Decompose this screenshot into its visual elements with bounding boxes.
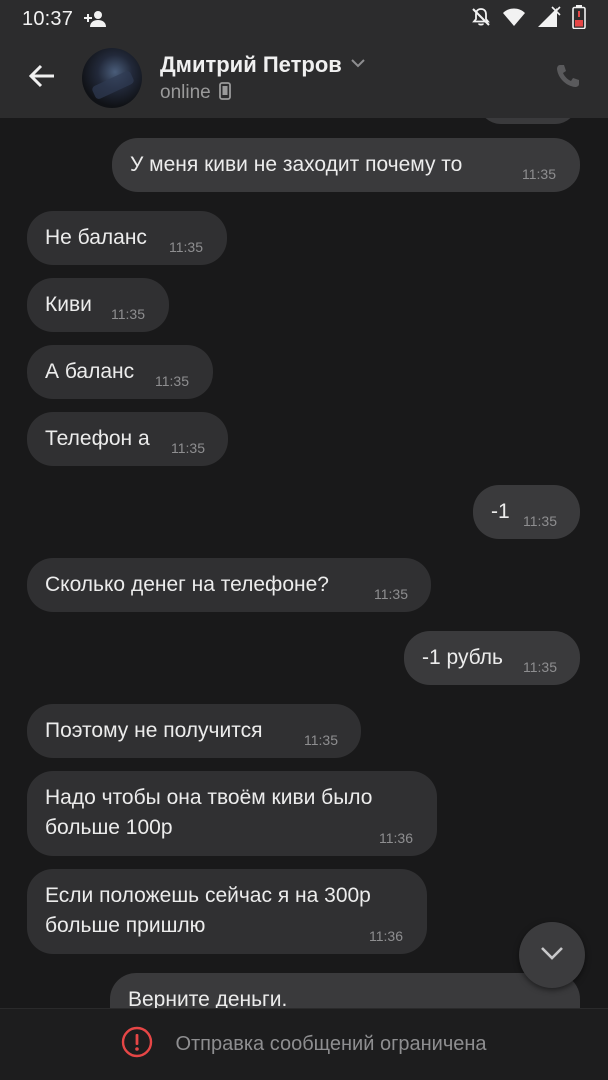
avatar[interactable]: [82, 48, 142, 108]
chat-header: Дмитрий Петров online: [0, 38, 608, 118]
chevron-down-icon: [350, 56, 366, 74]
status-bar: 10:37: [0, 0, 608, 38]
message-time: 11:35: [522, 166, 556, 182]
call-button[interactable]: [548, 58, 588, 98]
message-text: Телефон а: [45, 427, 150, 450]
battery-low-icon: [572, 4, 586, 34]
message-bubble[interactable]: Надо чтобы она твоём киви было больше 10…: [27, 771, 437, 856]
message-time: 11:35: [171, 440, 205, 456]
message-text: -1: [491, 500, 510, 523]
message-time: 11:36: [369, 928, 403, 944]
scroll-down-button[interactable]: [519, 922, 585, 988]
message-text: У меня киви не заходит почему то: [130, 153, 463, 176]
message-text: Сколько денег на телефоне?: [45, 573, 329, 596]
wifi-icon: [502, 7, 526, 32]
message-time: 11:35: [374, 586, 408, 602]
add-user-icon: [83, 10, 107, 28]
signal-icon: [536, 5, 562, 33]
message-time: 11:36: [379, 830, 413, 846]
message-time: 11:35: [169, 239, 203, 255]
message-bubble[interactable]: Сколько денег на телефоне? 11:35: [27, 558, 431, 612]
mute-icon: [470, 6, 492, 33]
message-list[interactable]: У меня киви не заходит почему то 11:35 Н…: [0, 118, 608, 1008]
alert-circle-icon: [121, 1026, 153, 1063]
contact-name: Дмитрий Петров: [160, 51, 342, 77]
chat-screen: 10:37 Дмитрий Петров online У меня киви …: [0, 0, 608, 1080]
phone-icon: [554, 62, 582, 95]
arrow-left-icon: [28, 62, 56, 95]
message-bubble-partial: [478, 118, 578, 124]
message-text: А баланс: [45, 360, 135, 383]
chevron-down-icon: [539, 945, 565, 966]
message-bubble[interactable]: Если положешь сейчас я на 300р больше пр…: [27, 869, 427, 954]
message-text: -1 рубль: [422, 646, 503, 669]
message-bubble[interactable]: Не баланс 11:35: [27, 211, 227, 265]
message-time: 11:35: [523, 513, 557, 529]
message-text: Поэтому не получится: [45, 719, 263, 742]
messaging-restricted-bar: Отправка сообщений ограничена: [0, 1008, 608, 1080]
message-time: 11:35: [304, 732, 338, 748]
message-time: 11:35: [523, 659, 557, 675]
contact-status: online: [160, 82, 211, 103]
message-time: 11:35: [111, 306, 145, 322]
message-bubble[interactable]: -1 11:35: [473, 485, 580, 539]
message-bubble[interactable]: -1 рубль 11:35: [404, 631, 580, 685]
status-time: 10:37: [22, 7, 74, 30]
restricted-text: Отправка сообщений ограничена: [175, 1033, 487, 1055]
message-bubble[interactable]: Поэтому не получится 11:35: [27, 704, 361, 758]
message-text: Если положешь сейчас я на 300р больше пр…: [45, 884, 371, 937]
status-icons: [470, 4, 586, 34]
contact-info[interactable]: Дмитрий Петров online: [160, 52, 366, 105]
message-text: Киви: [45, 293, 92, 316]
message-text: Надо чтобы она твоём киви было больше 10…: [45, 786, 373, 839]
message-bubble[interactable]: У меня киви не заходит почему то 11:35: [112, 138, 580, 192]
message-bubble[interactable]: Киви 11:35: [27, 278, 169, 332]
message-bubble[interactable]: Верните деньги.: [110, 973, 580, 1008]
back-button[interactable]: [10, 46, 74, 110]
message-bubble[interactable]: А баланс 11:35: [27, 345, 213, 399]
message-text: Верните деньги.: [128, 988, 288, 1008]
mobile-icon: [218, 81, 231, 105]
message-time: 11:35: [155, 373, 189, 389]
message-text: Не баланс: [45, 226, 147, 249]
message-bubble[interactable]: Телефон а 11:35: [27, 412, 228, 466]
